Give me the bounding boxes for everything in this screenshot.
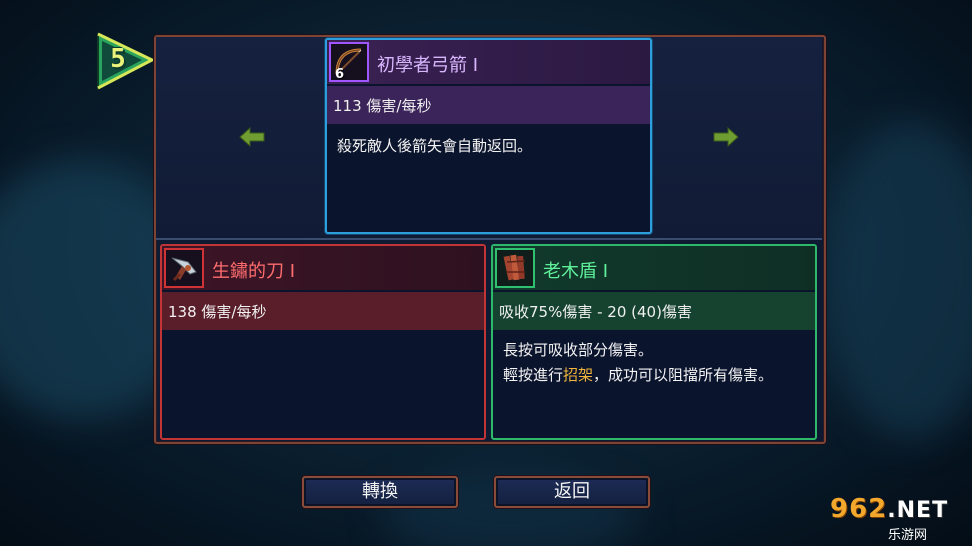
watermark-brand: 962.NET <box>830 494 948 524</box>
card-header: 生鏽的刀 I <box>162 246 484 290</box>
desc-text: ，成功可以阻擋所有傷害。 <box>593 366 774 384</box>
site-watermark: 962.NET 乐游网 <box>830 494 968 543</box>
weapon-card-blade[interactable]: 生鏽的刀 I 138 傷害/每秒 <box>160 244 486 440</box>
card-title: 初學者弓箭 I <box>377 55 479 76</box>
card-stat-row: 113 傷害/每秒 <box>327 86 650 124</box>
watermark-tld: .NET <box>887 498 949 523</box>
stat-highlight: 40 <box>637 303 657 321</box>
card-stat: 吸收75%傷害 - 20 (40)傷害 <box>499 301 692 322</box>
item-count: 6 <box>335 67 345 82</box>
level-badge: 5 <box>92 30 154 92</box>
card-description: 殺死敵人後箭矢會自動返回。 <box>337 137 533 155</box>
weapon-card-shield[interactable]: 老木盾 I 吸收75%傷害 - 20 (40)傷害 長按可吸收部分傷害。 輕按進… <box>491 244 817 440</box>
panel-divider <box>156 238 822 240</box>
stat-text: 吸收75%傷害 - 20 ( <box>499 303 637 321</box>
card-header: 老木盾 I <box>493 246 815 290</box>
card-stat-row: 138 傷害/每秒 <box>162 292 484 330</box>
rusty-blade-icon <box>164 248 204 288</box>
swap-button[interactable]: 轉換 <box>302 476 458 508</box>
desc-line: 輕按進行招架，成功可以阻擋所有傷害。 <box>503 363 807 388</box>
card-title: 生鏽的刀 I <box>212 261 296 282</box>
card-header: 6 初學者弓箭 I <box>327 40 650 84</box>
card-stat: 138 傷害/每秒 <box>168 303 267 321</box>
stat-text: )傷害 <box>656 303 692 321</box>
card-stat-row: 吸收75%傷害 - 20 (40)傷害 <box>493 292 815 330</box>
weapon-card-bow[interactable]: 6 初學者弓箭 I 113 傷害/每秒 殺死敵人後箭矢會自動返回。 <box>325 38 652 234</box>
desc-line: 長按可吸收部分傷害。 <box>503 341 654 359</box>
bow-icon: 6 <box>329 42 369 82</box>
card-title: 老木盾 I <box>543 261 609 282</box>
level-number: 5 <box>110 44 126 74</box>
card-description: 長按可吸收部分傷害。 輕按進行招架，成功可以阻擋所有傷害。 <box>503 338 807 388</box>
desc-text: 輕按進行 <box>503 366 564 384</box>
watermark-number: 962 <box>830 494 888 524</box>
card-stat: 113 傷害/每秒 <box>333 97 432 115</box>
background-glow <box>822 120 972 440</box>
parry-keyword: 招架 <box>563 366 594 384</box>
wooden-shield-icon <box>495 248 535 288</box>
back-button[interactable]: 返回 <box>494 476 650 508</box>
arrow-right-icon[interactable] <box>712 126 740 148</box>
arrow-left-icon[interactable] <box>238 126 266 148</box>
watermark-subtitle: 乐游网 <box>888 528 928 543</box>
